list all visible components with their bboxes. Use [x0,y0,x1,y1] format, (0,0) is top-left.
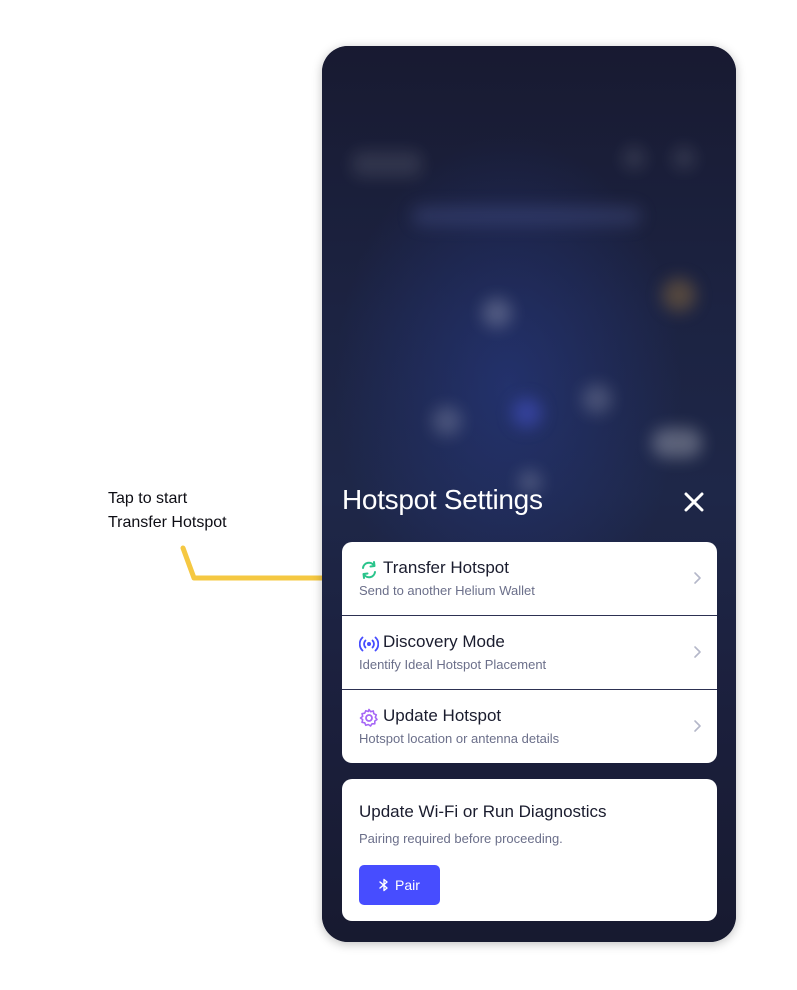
menu-item-subtitle: Hotspot location or antenna details [359,731,560,746]
close-button[interactable] [678,486,710,518]
menu-item-update-hotspot[interactable]: Update Hotspot Hotspot location or anten… [342,689,717,763]
transfer-icon [362,561,376,579]
menu-item-subtitle: Send to another Helium Wallet [359,583,535,598]
menu-item-transfer-hotspot[interactable]: Transfer Hotspot Send to another Helium … [342,542,717,615]
menu-item-discovery-mode[interactable]: Discovery Mode Identify Ideal Hotspot Pl… [342,615,717,689]
annotation-line-1: Tap to start [108,490,188,507]
pair-button-label: Pair [395,877,420,893]
menu-item-title: Transfer Hotspot [383,558,509,577]
annotation-callout: Tap to start Transfer Hotspot [108,487,227,535]
chevron-right-icon [694,572,701,584]
menu-item-title: Discovery Mode [383,632,505,651]
diagnostics-subtitle: Pairing required before proceeding. [359,831,563,846]
gear-icon [359,708,378,727]
diagnostics-card: Update Wi-Fi or Run Diagnostics Pairing … [342,779,717,921]
menu-item-title: Update Hotspot [383,706,502,725]
bluetooth-icon [379,878,388,892]
sheet-title: Hotspot Settings [342,484,543,515]
close-icon [684,492,704,512]
phone-screen: Hotspot Settings Transfer Hotspot Send t… [322,46,736,942]
chevron-right-icon [694,720,701,732]
annotation-line-2: Transfer Hotspot [108,514,227,531]
menu-item-subtitle: Identify Ideal Hotspot Placement [359,657,547,672]
broadcast-icon [359,636,379,652]
diagnostics-title: Update Wi-Fi or Run Diagnostics [359,802,607,821]
settings-menu-card: Transfer Hotspot Send to another Helium … [342,542,717,763]
pair-button[interactable]: Pair [359,865,440,905]
page: Tap to start Transfer Hotspot Hotspot Se… [0,0,797,990]
chevron-right-icon [694,646,701,658]
